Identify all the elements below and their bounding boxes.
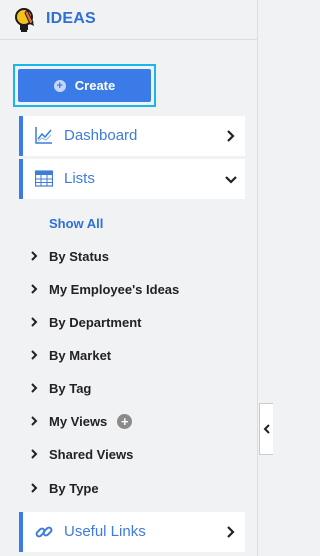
chevron-right-icon — [31, 416, 38, 426]
nav-item-lists[interactable]: Lists — [19, 159, 245, 199]
sidebar-collapse-toggle[interactable] — [259, 403, 273, 455]
lightbulb-icon — [15, 8, 34, 32]
chevron-right-icon — [31, 284, 38, 294]
table-icon — [35, 170, 53, 187]
nav-label-useful-links: Useful Links — [64, 523, 146, 540]
chevron-right-icon — [31, 449, 38, 459]
list-item-label: My Employee's Ideas — [49, 281, 180, 297]
nav-item-useful-links[interactable]: Useful Links — [19, 512, 245, 552]
list-item-label: By Type — [49, 480, 99, 496]
list-item-label: By Status — [49, 248, 109, 264]
list-item-my-views[interactable]: My Views + — [30, 412, 133, 430]
app-title: IDEAS — [46, 10, 96, 27]
create-button-focus-ring: + Create — [13, 64, 156, 107]
link-icon — [35, 526, 53, 538]
list-item-label: By Market — [49, 347, 112, 363]
list-item-my-employees-ideas[interactable]: My Employee's Ideas — [30, 280, 179, 298]
list-item-by-type[interactable]: By Type — [30, 479, 99, 497]
chevron-right-icon — [227, 526, 235, 538]
chevron-right-icon — [31, 317, 38, 327]
list-item-by-market[interactable]: By Market — [30, 346, 111, 364]
list-item-by-status[interactable]: By Status — [30, 247, 109, 265]
chevron-right-icon — [31, 251, 38, 261]
line-chart-icon — [35, 127, 52, 144]
create-button-label: Create — [74, 78, 116, 93]
chevron-down-icon — [225, 176, 237, 184]
create-button[interactable]: + Create — [18, 69, 151, 102]
chevron-right-icon — [227, 130, 235, 142]
list-item-label: My Views — [49, 413, 108, 429]
list-item-shared-views[interactable]: Shared Views — [30, 445, 133, 463]
chevron-right-icon — [31, 383, 38, 393]
plus-circle-icon: + — [53, 79, 66, 92]
list-item-label: By Tag — [49, 380, 92, 396]
list-item-label: By Department — [49, 314, 142, 330]
nav-label-lists: Lists — [64, 170, 95, 187]
list-item-by-tag[interactable]: By Tag — [30, 379, 91, 397]
nav-item-dashboard[interactable]: Dashboard — [19, 116, 245, 156]
sidebar: IDEAS + Create Dashboard Lists Show All … — [0, 0, 258, 556]
nav-label-dashboard: Dashboard — [64, 127, 138, 144]
show-all-link[interactable]: Show All — [49, 216, 103, 231]
chevron-right-icon — [31, 350, 38, 360]
chevron-right-icon — [31, 483, 38, 493]
add-circle-icon[interactable]: + — [117, 413, 133, 429]
app-header: IDEAS — [0, 0, 258, 40]
list-item-by-department[interactable]: By Department — [30, 313, 141, 331]
chevron-left-icon — [263, 424, 270, 434]
list-item-label: Shared Views — [49, 446, 134, 462]
